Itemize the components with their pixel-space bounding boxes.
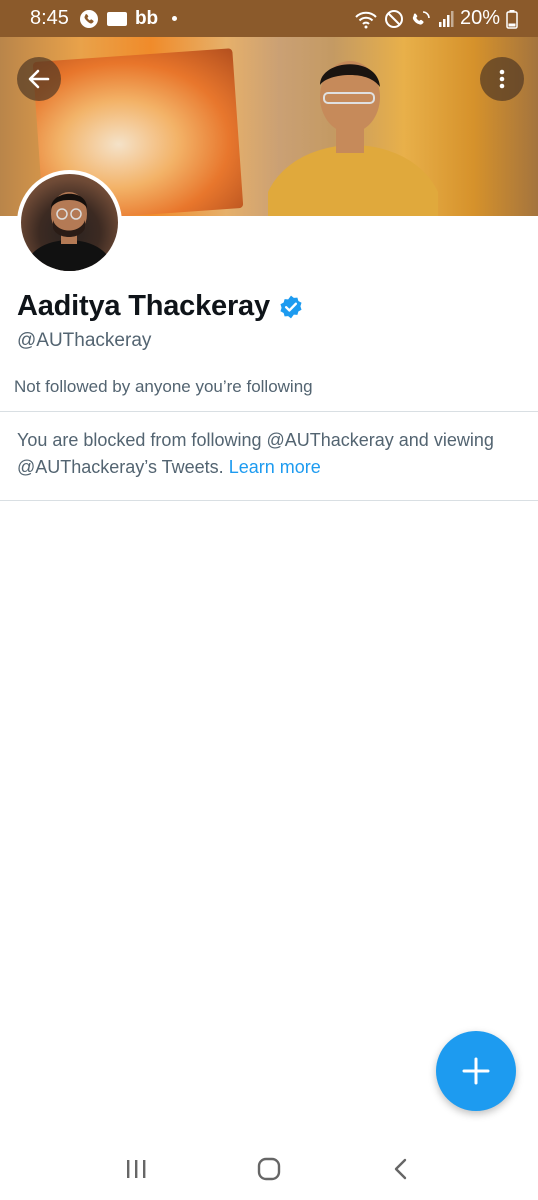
divider: [0, 500, 538, 501]
dot-icon: [172, 16, 178, 21]
profile-name: Aaditya Thackeray: [17, 290, 270, 322]
status-bar: 8:45 bb 20%: [0, 0, 538, 37]
more-vertical-icon: [499, 69, 505, 89]
learn-more-link[interactable]: Learn more: [229, 457, 321, 477]
home-icon: [257, 1157, 281, 1181]
recent-apps-button[interactable]: [106, 1139, 166, 1199]
phone-call-icon: [79, 9, 99, 29]
banner-person-figure: [268, 61, 438, 216]
battery-icon: [506, 9, 518, 29]
recent-apps-icon: [127, 1160, 146, 1178]
wifi-calling-icon: [410, 9, 432, 29]
status-right: 20%: [354, 7, 518, 30]
battery-text: 20%: [459, 7, 500, 29]
compose-tweet-button[interactable]: [436, 1031, 516, 1111]
signal-icon: [438, 10, 454, 28]
profile-handle: @AUThackeray: [17, 330, 152, 351]
more-options-button[interactable]: [480, 57, 524, 101]
verified-badge-icon: [280, 295, 302, 318]
followers-you-know-text: Not followed by anyone you’re following: [14, 377, 313, 396]
do-not-disturb-icon: [384, 9, 404, 29]
status-left: 8:45 bb: [30, 7, 178, 30]
system-back-button[interactable]: [372, 1139, 432, 1199]
avatar[interactable]: [17, 170, 122, 275]
system-navigation-bar: [0, 1138, 538, 1200]
plus-icon: [462, 1057, 490, 1085]
blocked-message: You are blocked from following @AUThacke…: [17, 427, 497, 481]
notification-badge-icon: [106, 11, 127, 26]
back-chevron-icon: [394, 1158, 406, 1180]
profile-name-row: Aaditya Thackeray: [17, 290, 304, 323]
divider: [0, 411, 538, 412]
back-button[interactable]: [17, 57, 61, 101]
arrow-left-icon: [28, 69, 50, 89]
avatar-image: [21, 174, 118, 271]
bb-app-icon: bb: [134, 7, 159, 29]
home-button[interactable]: [239, 1139, 299, 1199]
wifi-icon: [354, 9, 378, 29]
status-time: 8:45: [30, 7, 69, 29]
